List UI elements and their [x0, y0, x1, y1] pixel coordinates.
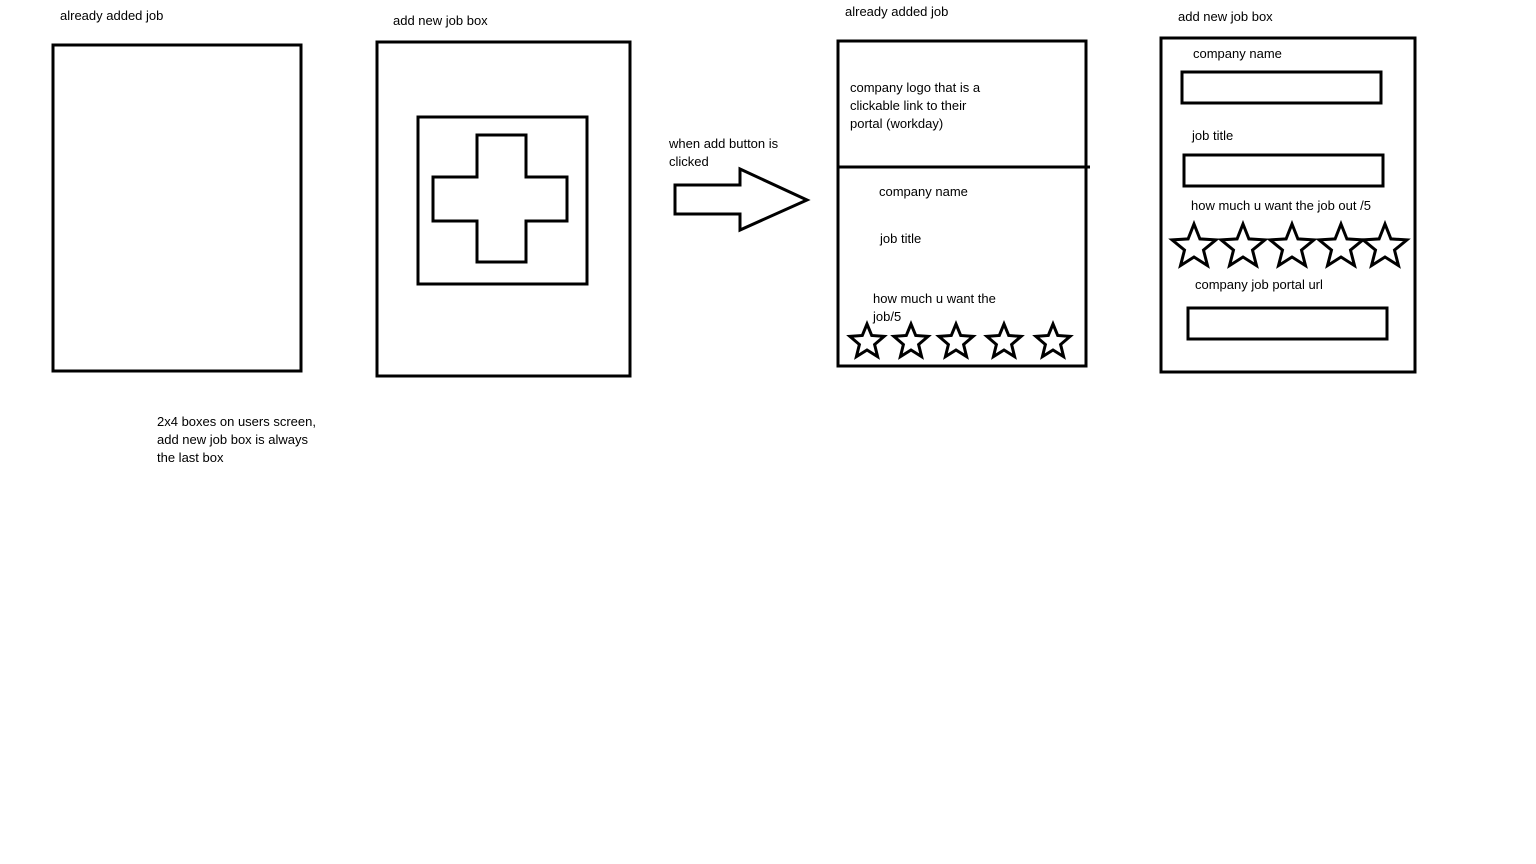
panel-title: add new job box: [393, 13, 488, 28]
star-icon[interactable]: [1266, 219, 1318, 269]
company-name-label: company name: [879, 184, 968, 199]
job-title-input[interactable]: [1182, 153, 1385, 188]
portal-url-label: company job portal url: [1195, 277, 1323, 292]
star-icon: [935, 320, 977, 360]
rating-label: how much u want the job out /5: [1191, 198, 1371, 213]
plus-icon[interactable]: [431, 133, 569, 264]
layout-note: 2x4 boxes on users screen, add new job b…: [157, 414, 316, 465]
company-name-label: company name: [1193, 46, 1282, 61]
add-job-card[interactable]: [375, 40, 632, 378]
company-logo-link[interactable]: company logo that is a clickable link to…: [850, 79, 1000, 133]
panel-title: add new job box: [1178, 9, 1273, 24]
rating-stars: [846, 320, 1074, 360]
star-icon: [846, 320, 888, 360]
rating-label: how much u want the job/5: [873, 291, 996, 324]
rating-input-stars[interactable]: [1168, 219, 1411, 269]
star-icon[interactable]: [1359, 219, 1411, 269]
star-icon[interactable]: [1315, 219, 1367, 269]
star-icon[interactable]: [1217, 219, 1269, 269]
existing-job-card[interactable]: [51, 43, 303, 373]
star-icon: [983, 320, 1025, 360]
add-button-frame[interactable]: [416, 115, 589, 286]
job-title-label: job title: [880, 231, 922, 246]
star-icon: [1032, 320, 1074, 360]
star-icon: [890, 320, 932, 360]
job-title-label: job title: [1192, 128, 1234, 143]
portal-url-input[interactable]: [1186, 306, 1389, 341]
arrow-caption: when add button is clicked: [669, 136, 779, 169]
star-icon[interactable]: [1168, 219, 1220, 269]
right-arrow-icon: [673, 166, 811, 233]
company-name-input[interactable]: [1180, 70, 1383, 105]
panel-title: already added job: [845, 4, 949, 19]
panel-title: already added job: [60, 8, 164, 23]
